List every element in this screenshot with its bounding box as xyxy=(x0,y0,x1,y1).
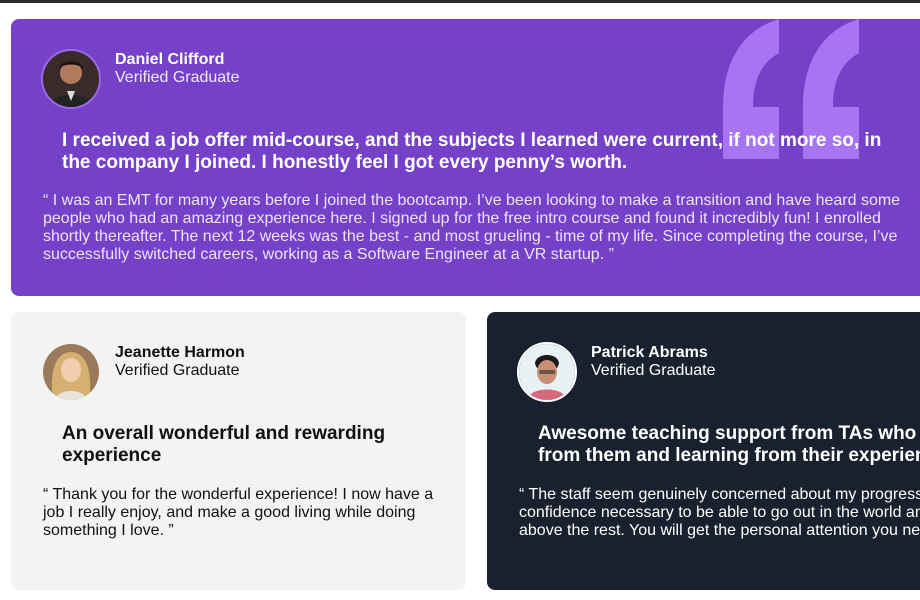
avatar-jeanette-icon xyxy=(43,344,99,400)
testimonial-card-daniel: Daniel Clifford Verified Graduate I rece… xyxy=(11,19,920,296)
testimonial-card-jeanette: Jeanette Harmon Verified Graduate An ove… xyxy=(11,312,466,590)
testimonial-role: Verified Graduate xyxy=(591,362,716,379)
testimonial-card-patrick: Patrick Abrams Verified Graduate Awesome… xyxy=(487,312,920,590)
testimonial-headline: Awesome teaching support from TAs who d … xyxy=(538,423,920,467)
avatar-patrick-icon xyxy=(517,342,577,402)
testimonial-headline-line: Awesome teaching support from TAs who d xyxy=(538,423,920,444)
testimonial-name: Patrick Abrams xyxy=(591,344,708,361)
testimonial-body: “ The staff seem genuinely concerned abo… xyxy=(519,486,920,540)
testimonial-role: Verified Graduate xyxy=(115,69,240,86)
testimonial-role: Verified Graduate xyxy=(115,362,240,379)
testimonial-headline: An overall wonderful and rewarding exper… xyxy=(62,423,386,466)
testimonial-body: “ I was an EMT for many years before I j… xyxy=(43,192,901,263)
testimonial-name: Daniel Clifford xyxy=(115,51,225,68)
top-border xyxy=(0,0,920,3)
testimonial-body-line: above the rest. You will get the persona… xyxy=(519,522,920,539)
testimonial-headline: I received a job offer mid-course, and t… xyxy=(62,130,882,173)
testimonial-body-line: confidence necessary to be able to go ou… xyxy=(519,504,920,521)
testimonial-body-line: “ The staff seem genuinely concerned abo… xyxy=(519,486,920,503)
testimonial-headline-line: from them and learning from their experi… xyxy=(538,445,920,466)
avatar-daniel-icon xyxy=(41,49,101,109)
testimonial-body: “ Thank you for the wonderful experience… xyxy=(43,486,434,539)
testimonial-name: Jeanette Harmon xyxy=(115,344,245,361)
